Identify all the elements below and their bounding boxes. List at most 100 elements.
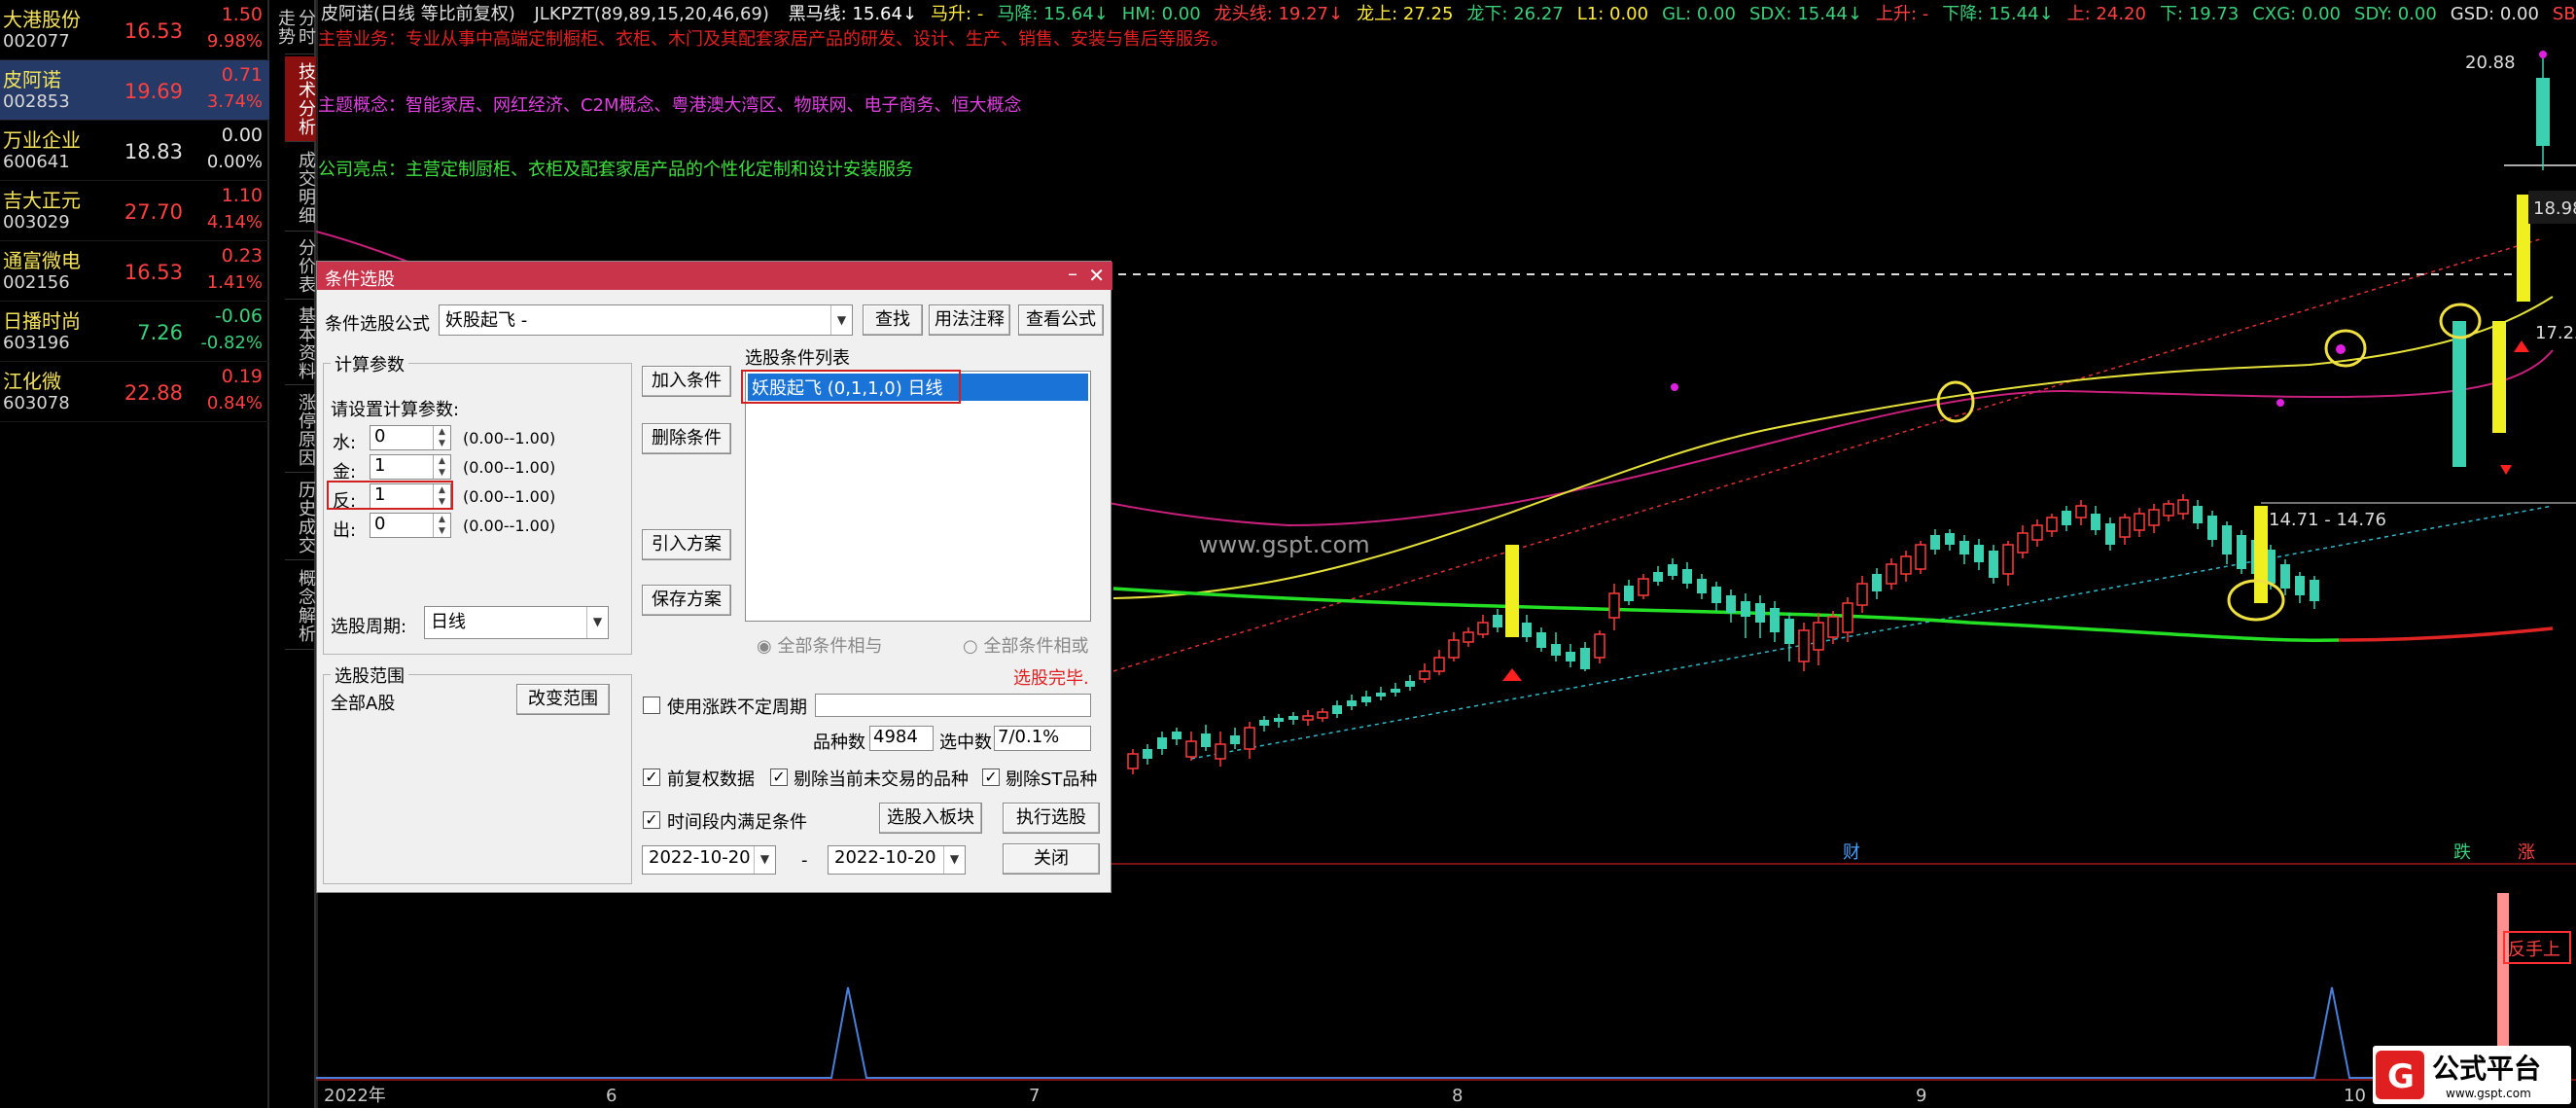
candle-body: [1493, 615, 1502, 627]
vtab-1[interactable]: 技术分析: [285, 56, 316, 142]
view-formula-button[interactable]: 查看公式: [1018, 304, 1104, 336]
die-marker: 跌: [2453, 842, 2471, 863]
indicator-header: 皮阿诺(日线 等比前复权) JLKPZT(89,89,15,20,46,69) …: [321, 0, 2576, 24]
watchlist-row[interactable]: 大港股份 002077 16.53 1.50 9.98%: [0, 0, 269, 60]
radio-icon: ○: [963, 636, 978, 657]
candle-body: [1813, 622, 1824, 651]
stock-price: 7.26: [137, 321, 183, 344]
vtab-0[interactable]: 分时走势: [275, 0, 316, 54]
x-axis-label: 7: [1029, 1086, 1040, 1106]
usage-note-button[interactable]: 用法注释: [929, 304, 1010, 336]
param-stepper[interactable]: 0 ▲ ▼: [370, 513, 451, 538]
indicator-value: 马降: 15.64↓: [997, 4, 1109, 24]
param-stepper[interactable]: 0 ▲ ▼: [370, 425, 451, 450]
candle-body: [1668, 564, 1677, 576]
condition-list-label: 选股条件列表: [745, 348, 850, 369]
candle-body: [1201, 733, 1211, 747]
execute-select-button[interactable]: 执行选股: [1003, 803, 1100, 834]
radio-and[interactable]: ◉ 全部条件相与: [757, 632, 882, 658]
chevron-down-icon[interactable]: ▼: [586, 607, 608, 638]
spin-arrows-icon[interactable]: ▲ ▼: [433, 514, 450, 537]
candle-body: [1157, 737, 1167, 749]
candle-body: [1332, 705, 1342, 714]
candle-body: [2105, 523, 2115, 545]
watchlist-row[interactable]: 日播时尚 603196 7.26 -0.06 -0.82%: [0, 302, 269, 362]
candle-body: [1361, 697, 1371, 702]
app-window: { "watchlist": [ {"name":"大港股份","code":"…: [0, 0, 2576, 1108]
chevron-down-icon[interactable]: ▼: [943, 846, 965, 874]
chevron-down-icon[interactable]: ▼: [754, 846, 775, 874]
date-to-select[interactable]: 2022-10-20 ▼: [828, 845, 966, 875]
watchlist-row[interactable]: 江化微 603078 22.88 0.19 0.84%: [0, 362, 269, 422]
spin-arrows-icon[interactable]: ▲ ▼: [433, 455, 450, 479]
radio-or[interactable]: ○ 全部条件相或: [963, 632, 1088, 658]
import-plan-button[interactable]: 引入方案: [642, 529, 731, 560]
param-range: (0.00--1.00): [463, 487, 556, 506]
vtab-4[interactable]: 基本资料: [285, 302, 316, 385]
param-value: 0: [374, 514, 386, 534]
watchlist-row[interactable]: 通富微电 002156 16.53 0.23 1.41%: [0, 241, 269, 302]
exclude-st-label: 剔除ST品种: [1006, 769, 1098, 790]
param-stepper[interactable]: 1 ▲ ▼: [370, 454, 451, 480]
prerestore-checkbox[interactable]: ✓: [643, 768, 660, 786]
formula-label: 条件选股公式: [325, 314, 430, 335]
candle-body: [1798, 629, 1810, 662]
condition-list[interactable]: 妖股起飞 (0,1,1,0) 日线: [745, 371, 1091, 622]
find-button[interactable]: 查找: [863, 304, 923, 336]
vtab-6[interactable]: 历史成交: [285, 475, 316, 560]
indicator-value: 上升: -: [1875, 4, 1929, 24]
vtab-3[interactable]: 分价表: [285, 233, 316, 300]
signal-candle: [2517, 195, 2530, 302]
signal-candle: [2254, 506, 2268, 603]
candle-body: [1697, 579, 1707, 593]
irregular-period-checkbox[interactable]: [643, 697, 660, 714]
stock-change-pct: 9.98%: [206, 31, 263, 52]
spin-arrows-icon[interactable]: ▲ ▼: [433, 426, 450, 449]
vtab-7[interactable]: 概念解析: [285, 562, 316, 650]
watchlist-row[interactable]: 吉大正元 003029 27.70 1.10 4.14%: [0, 181, 269, 241]
param-value: 0: [374, 426, 386, 447]
watchlist-row[interactable]: 万业企业 600641 18.83 0.00 0.00%: [0, 121, 269, 181]
watchlist-row[interactable]: 皮阿诺 002853 19.69 0.71 3.74%: [0, 60, 269, 121]
candle-body: [2237, 535, 2246, 569]
period-value: 日线: [431, 612, 466, 632]
change-scope-button[interactable]: 改变范围: [516, 684, 610, 715]
indicator-name[interactable]: JLKPZT(89,89,15,20,46,69): [535, 4, 769, 24]
selected-value: 7/0.1%: [994, 726, 1091, 751]
minimize-icon[interactable]: –: [1068, 262, 1077, 285]
candle-body: [1682, 569, 1692, 584]
candle-body: [1244, 727, 1255, 750]
exclude-untraded-label: 剔除当前未交易的品种: [794, 769, 969, 790]
time-range-checkbox[interactable]: ✓: [643, 811, 660, 829]
close-button[interactable]: 关闭: [1003, 843, 1100, 875]
candle-body: [1959, 541, 1969, 554]
add-to-block-button[interactable]: 选股入板块: [879, 803, 982, 834]
date-from-select[interactable]: 2022-10-20 ▼: [642, 845, 776, 875]
exclude-untraded-checkbox[interactable]: ✓: [770, 768, 788, 786]
site-logo: G 公式平台 www.gspt.com: [2373, 1046, 2571, 1104]
indicator-value: 龙下: 26.27: [1466, 4, 1564, 24]
dialog-title-bar[interactable]: 条件选股 – ✕: [317, 262, 1112, 290]
period-select[interactable]: 日线 ▼: [424, 606, 609, 639]
candle-body: [1215, 743, 1226, 760]
stock-price: 27.70: [124, 200, 183, 224]
prerestore-label: 前复权数据: [667, 769, 755, 790]
candle-body: [2148, 509, 2160, 526]
status-text: 选股完毕.: [1013, 668, 1089, 689]
chevron-down-icon[interactable]: ▼: [830, 305, 852, 335]
vtab-5[interactable]: 涨停原因: [285, 387, 316, 473]
save-plan-button[interactable]: 保存方案: [642, 585, 731, 616]
stock-code: 603078: [3, 393, 70, 413]
exclude-st-checkbox[interactable]: ✓: [982, 768, 1000, 786]
indicator-line: [316, 986, 2523, 1079]
add-condition-button[interactable]: 加入条件: [642, 366, 731, 397]
irregular-period-input[interactable]: [815, 694, 1091, 717]
candle-body: [1448, 639, 1460, 659]
chart-title: 皮阿诺(日线 等比前复权): [321, 4, 515, 24]
logo-url: www.gspt.com: [2446, 1087, 2531, 1100]
delete-condition-button[interactable]: 删除条件: [642, 423, 731, 454]
vtab-2[interactable]: 成交明细: [285, 144, 316, 232]
close-icon[interactable]: ✕: [1088, 264, 1105, 287]
formula-select[interactable]: 妖股起飞 - ▼: [439, 304, 853, 336]
candle-body: [1536, 632, 1546, 648]
